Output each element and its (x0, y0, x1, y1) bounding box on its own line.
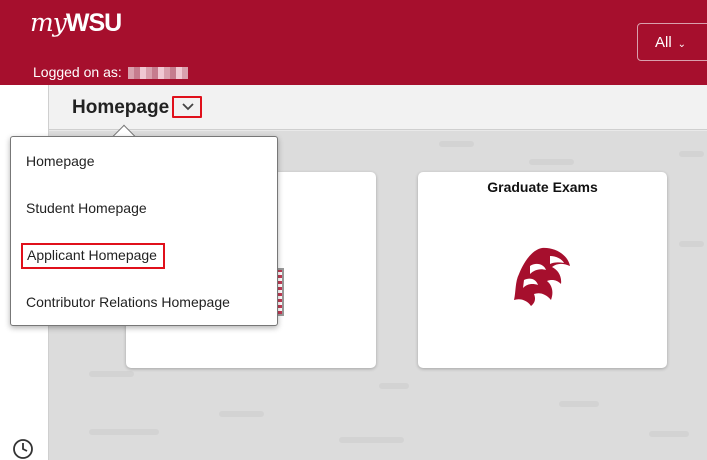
menu-item-contributor-relations-homepage[interactable]: Contributor Relations Homepage (26, 294, 230, 310)
homepage-switcher-button[interactable] (172, 96, 202, 118)
blurred-background-text (529, 159, 574, 165)
tile-graduate-exams[interactable]: Graduate Exams (418, 172, 667, 368)
logged-on-label: Logged on as: (33, 64, 122, 80)
blurred-background-text (679, 241, 704, 247)
blurred-background-text (649, 431, 689, 437)
clock-icon[interactable] (12, 438, 34, 460)
menu-item-homepage[interactable]: Homepage (26, 153, 95, 169)
search-scope-label: All (655, 34, 672, 51)
chevron-down-icon (182, 103, 194, 111)
blurred-background-text (559, 401, 599, 407)
homepage-dropdown-menu: Homepage Student Homepage Applicant Home… (10, 136, 278, 326)
menu-item-student-homepage[interactable]: Student Homepage (26, 200, 147, 216)
mywsu-logo[interactable]: myWSU (30, 8, 122, 38)
blurred-background-text (89, 371, 134, 377)
blurred-background-text (379, 383, 409, 389)
redacted-username (127, 67, 188, 80)
blurred-background-text (339, 437, 404, 443)
blurred-background-text (679, 151, 704, 157)
page-title: Homepage (72, 97, 170, 118)
wsu-cougar-head-icon (514, 247, 570, 306)
blurred-background-text (439, 141, 474, 147)
page-title-bar: Homepage (49, 85, 707, 130)
blurred-background-text (89, 429, 159, 435)
blurred-background-text (219, 411, 264, 417)
logged-on-info: Logged on as: (33, 64, 188, 80)
menu-item-applicant-homepage[interactable]: Applicant Homepage (21, 243, 165, 269)
chevron-down-icon: ⌄ (677, 39, 687, 50)
app-header: myWSU Logged on as: All ⌄ (0, 0, 707, 85)
search-scope-button[interactable]: All ⌄ (637, 23, 707, 61)
tile-title: Graduate Exams (487, 179, 598, 195)
